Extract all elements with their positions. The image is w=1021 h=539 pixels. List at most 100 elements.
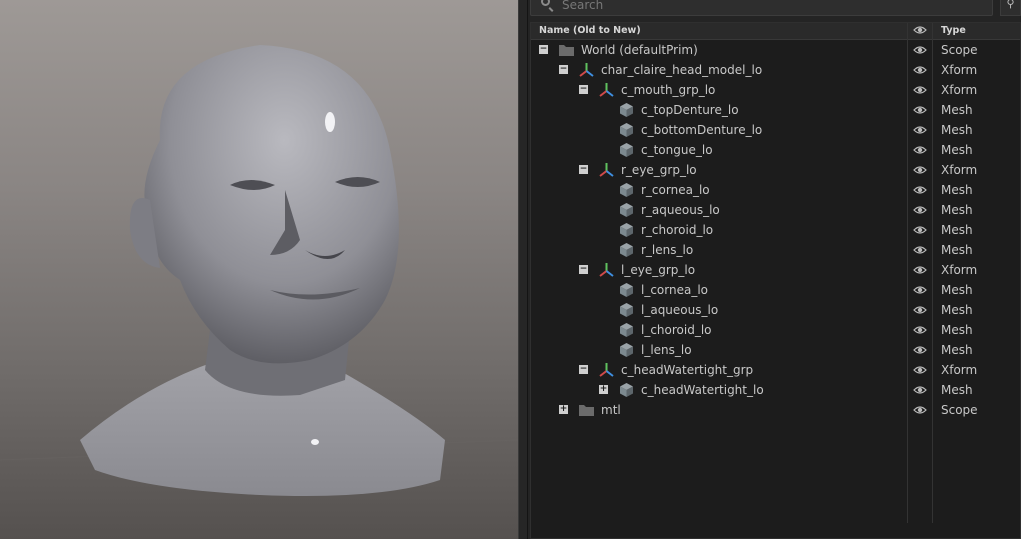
prim-name: r_lens_lo [641,243,694,257]
mesh-icon [618,222,635,238]
panel-splitter[interactable] [518,0,528,539]
prim-name: c_headWatertight_grp [621,363,754,377]
prim-name: c_topDenture_lo [641,103,739,117]
visibility-eye-icon[interactable] [913,124,927,136]
filter-button[interactable]: ⚲ [1000,0,1021,16]
mesh-icon [618,382,635,398]
tree-row[interactable]: − c_headWatertight_grp Xform [531,360,1020,380]
tree-row[interactable]: − r_eye_grp_lo Xform [531,160,1020,180]
prim-name: l_choroid_lo [641,323,712,337]
xform-icon [598,362,615,378]
visibility-eye-icon[interactable] [913,364,927,376]
tree-row[interactable]: − char_claire_head_model_lo Xform [531,60,1020,80]
visibility-eye-icon[interactable] [913,344,927,356]
filter-icon: ⚲ [1006,0,1015,10]
tree-row[interactable]: l_lens_lo Mesh [531,340,1020,360]
tree-row[interactable]: − l_eye_grp_lo Xform [531,260,1020,280]
prim-type: Mesh [941,203,973,217]
mesh-icon [618,142,635,158]
prim-type: Scope [941,43,978,57]
collapse-toggle-icon[interactable]: − [539,45,548,54]
prim-name: l_lens_lo [641,343,692,357]
column-type-header[interactable]: Type [941,25,966,36]
prim-name: r_eye_grp_lo [621,163,697,177]
prim-name: c_tongue_lo [641,143,713,157]
tree-row[interactable]: + c_headWatertight_lo Mesh [531,380,1020,400]
expand-toggle-icon[interactable]: + [599,385,608,394]
collapse-toggle-icon[interactable]: − [579,365,588,374]
prim-name: c_headWatertight_lo [641,383,764,397]
prim-type: Mesh [941,283,973,297]
prim-type: Mesh [941,303,973,317]
prim-type: Xform [941,63,978,77]
expand-toggle-icon[interactable]: + [559,405,568,414]
mesh-icon [618,182,635,198]
visibility-eye-icon[interactable] [913,64,927,76]
visibility-column-icon[interactable] [913,24,927,39]
collapse-toggle-icon[interactable]: − [579,265,588,274]
prim-name: l_eye_grp_lo [621,263,696,277]
tree-row[interactable]: l_cornea_lo Mesh [531,280,1020,300]
search-icon [541,0,550,6]
collapse-toggle-icon[interactable]: − [579,85,588,94]
head-model-render [0,45,518,501]
visibility-eye-icon[interactable] [913,144,927,156]
prim-name: r_choroid_lo [641,223,714,237]
visibility-eye-icon[interactable] [913,324,927,336]
visibility-eye-icon[interactable] [913,44,927,56]
visibility-eye-icon[interactable] [913,224,927,236]
prim-type: Xform [941,263,978,277]
visibility-eye-icon[interactable] [913,404,927,416]
mesh-icon [618,282,635,298]
tree-row[interactable]: l_choroid_lo Mesh [531,320,1020,340]
3d-viewport[interactable] [0,0,518,539]
visibility-eye-icon[interactable] [913,204,927,216]
tree-row[interactable]: c_tongue_lo Mesh [531,140,1020,160]
visibility-eye-icon[interactable] [913,84,927,96]
search-placeholder: Search [562,0,604,12]
tree-row[interactable]: c_bottomDenture_lo Mesh [531,120,1020,140]
mesh-icon [618,202,635,218]
prim-type: Scope [941,403,978,417]
visibility-eye-icon[interactable] [913,384,927,396]
tree-row[interactable]: r_aqueous_lo Mesh [531,200,1020,220]
prim-type: Mesh [941,123,973,137]
tree-row[interactable]: l_aqueous_lo Mesh [531,300,1020,320]
tree-row[interactable]: r_lens_lo Mesh [531,240,1020,260]
tree-row[interactable]: r_choroid_lo Mesh [531,220,1020,240]
visibility-eye-icon[interactable] [913,304,927,316]
prim-name: char_claire_head_model_lo [601,63,763,77]
prim-type: Mesh [941,383,973,397]
prim-type: Mesh [941,243,973,257]
prim-type: Mesh [941,323,973,337]
prim-type: Xform [941,163,978,177]
mesh-icon [618,122,635,138]
prim-name: mtl [601,403,621,417]
mesh-icon [618,342,635,358]
visibility-eye-icon[interactable] [913,104,927,116]
mesh-icon [618,322,635,338]
visibility-eye-icon[interactable] [913,164,927,176]
tree-row[interactable]: r_cornea_lo Mesh [531,180,1020,200]
prim-name: l_cornea_lo [641,283,709,297]
folder-icon [578,402,595,418]
prim-type: Mesh [941,223,973,237]
search-input[interactable]: Search [530,0,993,16]
column-name-header[interactable]: Name (Old to New) [539,25,641,36]
visibility-eye-icon[interactable] [913,284,927,296]
collapse-toggle-icon[interactable]: − [579,165,588,174]
tree-row[interactable]: − c_mouth_grp_lo Xform [531,80,1020,100]
prim-name: c_bottomDenture_lo [641,123,763,137]
prim-name: r_cornea_lo [641,183,710,197]
xform-icon [598,162,615,178]
prim-type: Mesh [941,343,973,357]
prim-type: Mesh [941,103,973,117]
xform-icon [598,82,615,98]
collapse-toggle-icon[interactable]: − [559,65,568,74]
visibility-eye-icon[interactable] [913,244,927,256]
tree-row[interactable]: + mtl Scope [531,400,1020,420]
visibility-eye-icon[interactable] [913,184,927,196]
tree-row[interactable]: c_topDenture_lo Mesh [531,100,1020,120]
tree-row[interactable]: − World (defaultPrim) Scope [531,40,1020,60]
visibility-eye-icon[interactable] [913,264,927,276]
